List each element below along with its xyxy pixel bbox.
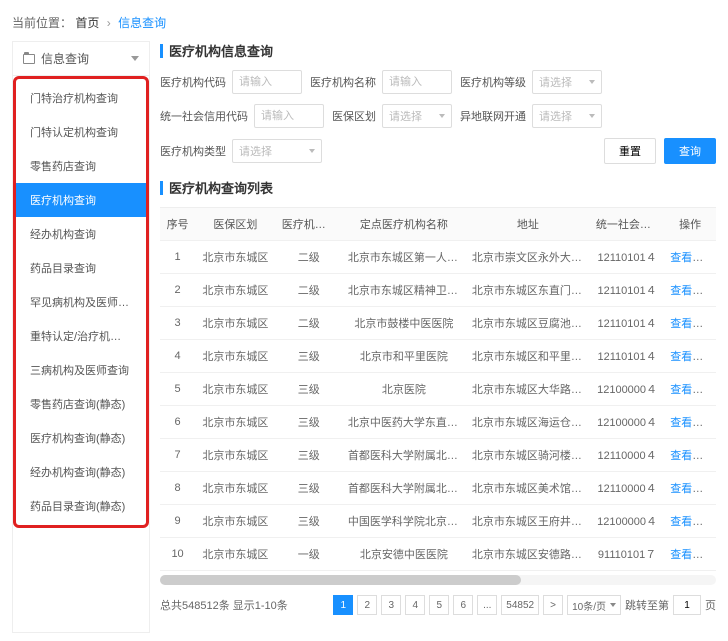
table-row: 6北京市东城区三级北京中医药大学东直门医…北京市东城区海运仓5号;…121000…	[160, 406, 716, 439]
sidebar-item-1[interactable]: 门特认定机构查询	[16, 115, 146, 149]
breadcrumb-label: 当前位置：	[12, 16, 72, 30]
org-name-input[interactable]	[382, 70, 452, 94]
sidebar-item-11[interactable]: 经办机构查询(静态)	[16, 455, 146, 489]
sidebar-item-3[interactable]: 医疗机构查询	[16, 183, 146, 217]
query-button[interactable]: 查询	[664, 138, 716, 164]
page-1[interactable]: 1	[333, 595, 353, 615]
view-detail-link[interactable]: 查看详情	[670, 450, 714, 462]
view-detail-link[interactable]: 查看详情	[670, 351, 714, 363]
view-detail-link[interactable]: 查看详情	[670, 285, 714, 297]
remote-open-select[interactable]: 请选择	[532, 104, 602, 128]
breadcrumb-home[interactable]: 首页	[75, 16, 99, 30]
horizontal-scrollbar[interactable]	[160, 575, 716, 585]
view-detail-link[interactable]: 查看详情	[670, 483, 714, 495]
sidebar-item-8[interactable]: 三病机构及医师查询	[16, 353, 146, 387]
table-panel-title: 医疗机构查询列表	[160, 178, 716, 197]
page-...[interactable]: ...	[477, 595, 497, 615]
table-row: 4北京市东城区三级北京市和平里医院北京市东城区和平里北街1…12110101４查…	[160, 340, 716, 373]
sidebar-item-6[interactable]: 罕见病机构及医师查询	[16, 285, 146, 319]
table-row: 10北京市东城区一级北京安德中医医院北京市东城区安德路甲10…91110101７…	[160, 538, 716, 571]
sidebar-item-4[interactable]: 经办机构查询	[16, 217, 146, 251]
page-4[interactable]: 4	[405, 595, 425, 615]
page-size-select[interactable]: 10条/页	[567, 595, 621, 615]
sidebar-item-12[interactable]: 药品目录查询(静态)	[16, 489, 146, 523]
sidebar-item-0[interactable]: 门特治疗机构查询	[16, 81, 146, 115]
breadcrumb-current: 信息查询	[118, 16, 166, 30]
page-5[interactable]: 5	[429, 595, 449, 615]
results-table: 序号 医保区划 医疗机构等级 定点医疗机构名称 地址 统一社会信… 操作 1北京…	[160, 208, 716, 571]
org-level-select[interactable]: 请选择	[532, 70, 602, 94]
table-row: 2北京市东城区二级北京市东城区精神卫生保…北京市东城区东直门外大…1211010…	[160, 274, 716, 307]
sidebar-item-7[interactable]: 重特认定/治疗机构及医师查询	[16, 319, 146, 353]
sidebar-header[interactable]: 信息查询	[13, 42, 149, 76]
reset-button[interactable]: 重置	[604, 138, 656, 164]
org-code-input[interactable]	[232, 70, 302, 94]
pager-summary: 总共548512条 显示1-10条	[160, 597, 288, 613]
table-row: 8北京市东城区三级首都医科大学附属北京中…北京市东城区美术馆后街2…121100…	[160, 472, 716, 505]
sidebar-item-5[interactable]: 药品目录查询	[16, 251, 146, 285]
sidebar-item-2[interactable]: 零售药店查询	[16, 149, 146, 183]
page-6[interactable]: 6	[453, 595, 473, 615]
highlighted-menu: 门特治疗机构查询门特认定机构查询零售药店查询医疗机构查询经办机构查询药品目录查询…	[13, 76, 149, 528]
jump-page-input[interactable]	[673, 595, 701, 615]
view-detail-link[interactable]: 查看详情	[670, 384, 714, 396]
page-next[interactable]: >	[543, 595, 563, 615]
chevron-down-icon	[131, 56, 139, 61]
breadcrumb: 当前位置： 首页 › 信息查询	[12, 8, 716, 41]
sidebar-item-9[interactable]: 零售药店查询(静态)	[16, 387, 146, 421]
page-2[interactable]: 2	[357, 595, 377, 615]
view-detail-link[interactable]: 查看详情	[670, 549, 714, 561]
search-panel-title: 医疗机构信息查询	[160, 41, 716, 60]
view-detail-link[interactable]: 查看详情	[670, 252, 714, 264]
credit-code-input[interactable]	[254, 104, 324, 128]
pagination: 总共548512条 显示1-10条 123456...54852>10条/页跳转…	[160, 585, 716, 619]
view-detail-link[interactable]: 查看详情	[670, 417, 714, 429]
view-detail-link[interactable]: 查看详情	[670, 516, 714, 528]
table-row: 1北京市东城区二级北京市东城区第一人民医院北京市崇文区永外大街130…12110…	[160, 241, 716, 274]
folder-icon	[23, 54, 35, 64]
table-row: 9北京市东城区三级中国医学科学院北京协和…北京市东城区王府井帅府…1210000…	[160, 505, 716, 538]
table-row: 3北京市东城区二级北京市鼓楼中医医院北京市东城区豆腐池胡同1…12110101４…	[160, 307, 716, 340]
page-54852[interactable]: 54852	[501, 595, 539, 615]
sidebar: 信息查询 门特治疗机构查询门特认定机构查询零售药店查询医疗机构查询经办机构查询药…	[12, 41, 150, 633]
table-row: 5北京市东城区三级北京医院北京市东城区大华路1号;北…12100000４查看详情	[160, 373, 716, 406]
sidebar-item-10[interactable]: 医疗机构查询(静态)	[16, 421, 146, 455]
table-row: 7北京市东城区三级首都医科大学附属北京妇…北京市东城区骑河楼17号1211000…	[160, 439, 716, 472]
org-type-select[interactable]: 请选择	[232, 139, 322, 163]
page-3[interactable]: 3	[381, 595, 401, 615]
ins-area-select[interactable]: 请选择	[382, 104, 452, 128]
view-detail-link[interactable]: 查看详情	[670, 318, 714, 330]
